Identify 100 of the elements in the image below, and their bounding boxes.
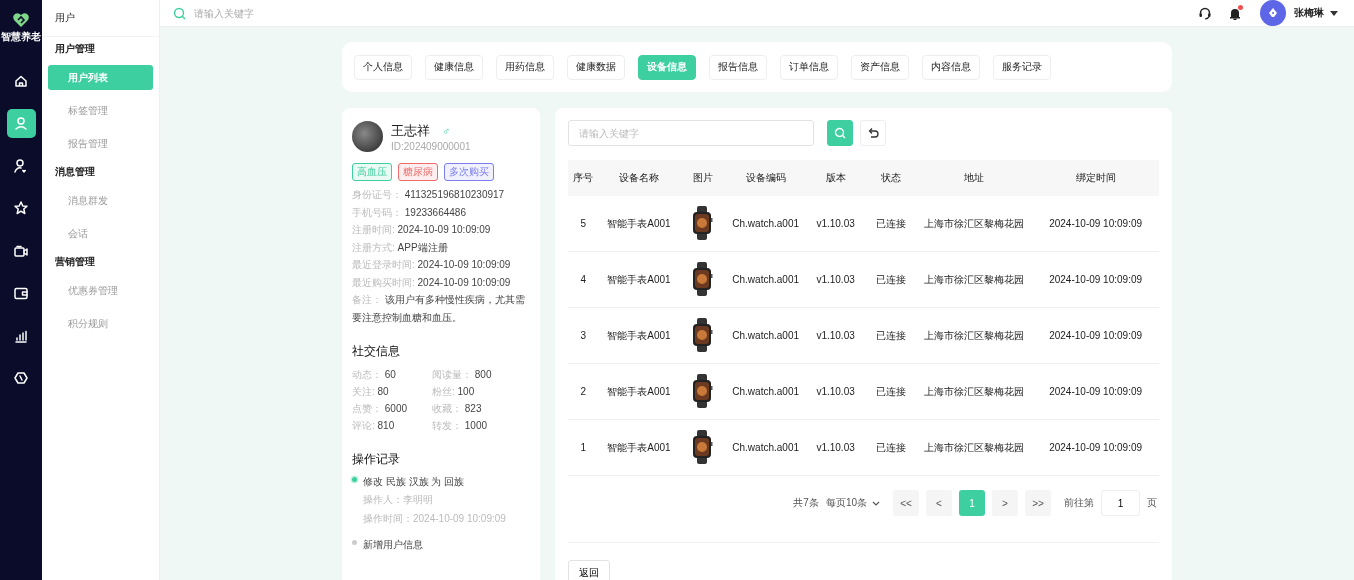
info-line: 手机号码： 19233664486 bbox=[352, 205, 467, 220]
heart-logo-icon bbox=[12, 12, 30, 28]
smartwatch-drawing bbox=[692, 429, 714, 464]
user-icon bbox=[13, 115, 29, 131]
table-cell: 2 bbox=[568, 363, 599, 420]
table-cell: v1.10.03 bbox=[805, 363, 866, 420]
tag: 高血压 bbox=[352, 163, 392, 181]
info-line: 身份证号： 411325196810230917 bbox=[352, 188, 506, 202]
tab[interactable]: 健康信息 bbox=[425, 54, 483, 80]
menu-group-label: 消息管理 bbox=[54, 165, 96, 179]
table-cell: 已连接 bbox=[866, 363, 917, 420]
table-cell: 已连接 bbox=[866, 196, 917, 252]
tab[interactable]: 报告信息 bbox=[709, 54, 767, 80]
user-avatar[interactable] bbox=[1260, 0, 1286, 26]
page-suffix: 页 bbox=[1147, 496, 1157, 510]
headset-icon[interactable] bbox=[1198, 6, 1212, 20]
info-line: 注册时间: 2024-10-09 10:09:09 bbox=[352, 223, 492, 237]
back-button[interactable]: 返回 bbox=[568, 560, 610, 580]
table-cell: Ch.watch.a001 bbox=[726, 363, 806, 420]
notification-bell-icon[interactable] bbox=[1229, 6, 1241, 20]
prev-page-button[interactable]: < bbox=[926, 490, 952, 516]
table-cell: 已连接 bbox=[866, 307, 917, 364]
avatar-photo bbox=[352, 121, 383, 152]
brand-name: 智慧养老 bbox=[1, 30, 41, 44]
stat-item: 粉丝: 100 bbox=[432, 385, 476, 399]
total-count: 共7条 bbox=[793, 496, 819, 510]
user-name: 王志祥 bbox=[391, 121, 430, 140]
wallet-icon bbox=[13, 285, 29, 301]
user-id: ID:202409000001 bbox=[391, 140, 471, 152]
table-cell: 5 bbox=[568, 196, 599, 252]
table-cell: Ch.watch.a001 bbox=[726, 419, 806, 476]
chevron-down-icon bbox=[872, 500, 880, 506]
page-size-label: 每页10条 bbox=[825, 496, 867, 510]
table-cell: 1 bbox=[568, 419, 599, 476]
tab[interactable]: 资产信息 bbox=[851, 54, 909, 80]
search-icon bbox=[834, 127, 846, 139]
table-cell: 3 bbox=[568, 307, 599, 364]
table-cell: 2024-10-09 10:09:09 bbox=[1032, 307, 1159, 364]
table-cell: 智能手表A001 bbox=[598, 307, 680, 364]
table-cell: v1.10.03 bbox=[805, 307, 866, 364]
table-cell: 上海市徐汇区黎梅花园 bbox=[916, 196, 1033, 252]
column-header: 序号 bbox=[568, 160, 599, 196]
table-cell: 智能手表A001 bbox=[598, 251, 680, 308]
tag: 糖尿病 bbox=[398, 163, 438, 181]
search-field[interactable]: 请输入关键字 bbox=[568, 120, 814, 146]
smartwatch-drawing bbox=[692, 373, 714, 408]
caret-down-icon[interactable] bbox=[1330, 10, 1338, 16]
table-cell: v1.10.03 bbox=[805, 196, 866, 252]
tab[interactable]: 用药信息 bbox=[496, 54, 554, 80]
tab[interactable]: 个人信息 bbox=[354, 54, 412, 80]
table-cell: 2024-10-09 10:09:09 bbox=[1032, 251, 1159, 308]
smartwatch-drawing bbox=[692, 261, 714, 296]
first-page-button[interactable]: << bbox=[893, 490, 919, 516]
table-cell: 智能手表A001 bbox=[598, 196, 680, 252]
table-cell: 上海市徐汇区黎梅花园 bbox=[916, 419, 1033, 476]
stat-item: 关注: 80 bbox=[352, 385, 390, 399]
goto-page-field[interactable]: 1 bbox=[1101, 490, 1140, 516]
table-cell: 上海市徐汇区黎梅花园 bbox=[916, 251, 1033, 308]
bell-icon bbox=[1229, 6, 1241, 20]
tab[interactable]: 内容信息 bbox=[922, 54, 980, 80]
info-line: 备注： 该用户有多种慢性疾病，尤其需要注意控制血糖和血压。 bbox=[352, 293, 526, 325]
user-heart-icon bbox=[13, 157, 29, 174]
column-header: 绑定时间 bbox=[1032, 160, 1159, 196]
stat-item: 动态： 60 bbox=[352, 368, 397, 382]
tab[interactable]: 服务记录 bbox=[993, 54, 1051, 80]
table-cell: v1.10.03 bbox=[805, 419, 866, 476]
column-header: 地址 bbox=[916, 160, 1033, 196]
stat-item: 评论: 810 bbox=[352, 419, 396, 433]
last-page-button[interactable]: >> bbox=[1025, 490, 1051, 516]
reset-button[interactable] bbox=[860, 120, 886, 146]
tab[interactable]: 订单信息 bbox=[780, 54, 838, 80]
undo-icon bbox=[867, 127, 879, 139]
section-title: 操作记录 bbox=[352, 451, 401, 468]
log-operator: 操作人：李明明 bbox=[363, 493, 434, 507]
table-cell: 智能手表A001 bbox=[598, 363, 680, 420]
search-icon bbox=[173, 6, 186, 20]
smartwatch-drawing bbox=[692, 317, 714, 352]
hexagon-icon bbox=[13, 370, 29, 386]
column-header: 设备名称 bbox=[598, 160, 680, 196]
table-cell: v1.10.03 bbox=[805, 251, 866, 308]
stat-item: 转发： 1000 bbox=[432, 419, 489, 433]
search-field[interactable]: 请输入关键字 bbox=[192, 6, 396, 20]
column-header: 状态 bbox=[866, 160, 917, 196]
next-page-button[interactable]: > bbox=[992, 490, 1018, 516]
table-cell: 2024-10-09 10:09:09 bbox=[1032, 363, 1159, 420]
rail-nav-item[interactable] bbox=[6, 108, 36, 138]
log-title: 修改 民族 汉族 为 回族 bbox=[363, 475, 466, 489]
table-cell: 2024-10-09 10:09:09 bbox=[1032, 419, 1159, 476]
menu-group-label: 营销管理 bbox=[54, 255, 96, 269]
menu-title: 用户 bbox=[42, 0, 159, 37]
log-title: 新增用户信息 bbox=[363, 538, 424, 552]
log-time: 操作时间：2024-10-09 10:09:09 bbox=[363, 512, 507, 526]
tab[interactable]: 健康数据 bbox=[567, 54, 625, 80]
table-cell: 已连接 bbox=[866, 419, 917, 476]
star-icon bbox=[13, 200, 29, 216]
user-name[interactable]: 张梅琳 bbox=[1294, 6, 1324, 20]
goto-label: 前往第 bbox=[1064, 496, 1094, 510]
smartwatch-drawing bbox=[692, 205, 714, 240]
stat-item: 收藏： 823 bbox=[432, 402, 483, 416]
page-size-select[interactable]: 每页10条 bbox=[825, 496, 880, 510]
